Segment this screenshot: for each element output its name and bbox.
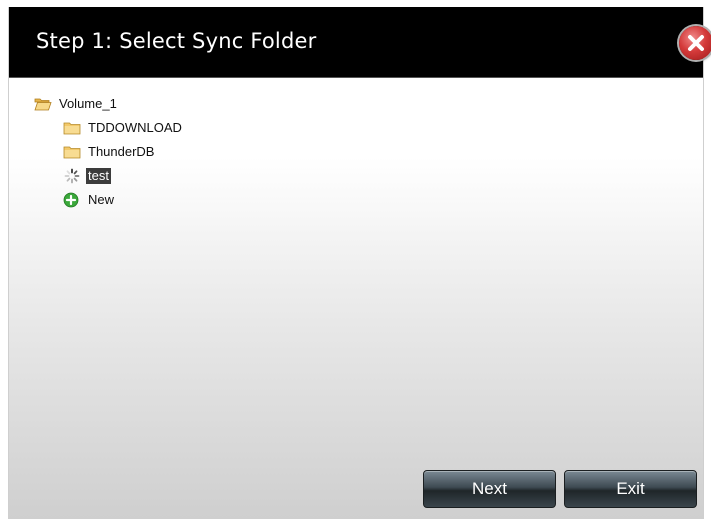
next-button[interactable]: Next [423, 470, 556, 508]
close-button[interactable] [679, 26, 711, 60]
exit-button[interactable]: Exit [564, 470, 697, 508]
tree-item-test[interactable]: test [63, 167, 111, 185]
folder-icon [63, 144, 81, 160]
tree-item-label: Volume_1 [59, 96, 117, 111]
tree-item-tddownload[interactable]: TDDOWNLOAD [63, 119, 184, 137]
add-circle-icon [63, 192, 81, 208]
tree-item-new[interactable]: New [63, 191, 116, 209]
tree-item-volume-1[interactable]: Volume_1 [34, 95, 119, 113]
tree-item-label: test [86, 168, 111, 184]
folder-icon [63, 120, 81, 136]
sync-folder-dialog: Step 1: Select Sync Folder Volume_1 TDDO… [8, 7, 711, 519]
dialog-title: Step 1: Select Sync Folder [36, 29, 317, 53]
tree-item-label: TDDOWNLOAD [88, 120, 182, 135]
tree-item-label: ThunderDB [88, 144, 155, 159]
dialog-titlebar: Step 1: Select Sync Folder [9, 7, 703, 78]
tree-item-label: New [88, 192, 115, 207]
loading-spinner-icon [63, 168, 81, 184]
close-icon [688, 35, 704, 51]
tree-item-thunderdb[interactable]: ThunderDB [63, 143, 156, 161]
folder-open-icon [34, 96, 52, 112]
